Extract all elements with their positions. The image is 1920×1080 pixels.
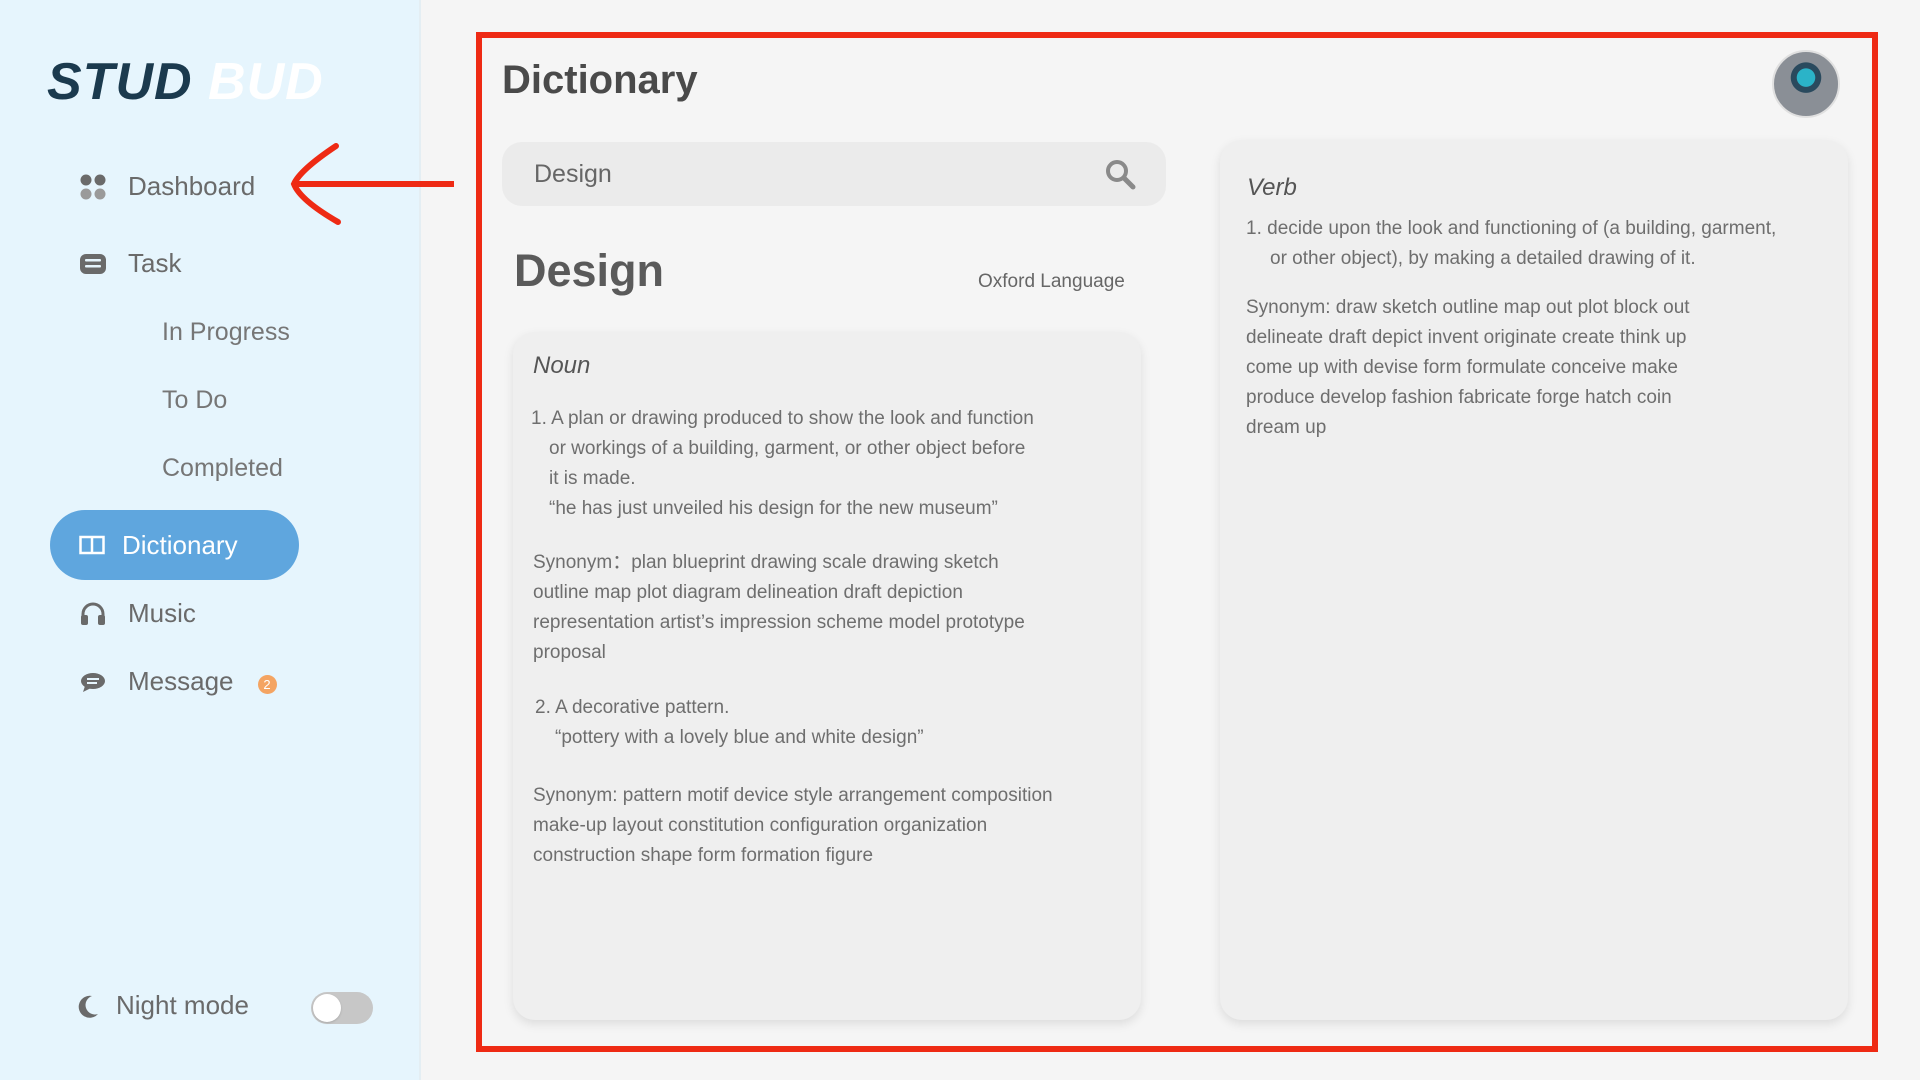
sidebar-item-message[interactable]: Message 2 — [78, 666, 277, 697]
noun-syn1-line2: outline map plot diagram delineation dra… — [533, 582, 963, 603]
noun-syn2-line1: Synonym: pattern motif device style arra… — [533, 785, 1053, 806]
night-mode-label: Night mode — [116, 990, 249, 1020]
logo-text-stud: STUD — [47, 53, 193, 111]
entry-word: Design — [514, 245, 665, 296]
search-bar — [502, 142, 1166, 206]
noun-syn2-line3: construction shape form formation figure — [533, 845, 874, 866]
message-count-badge: 2 — [257, 675, 277, 694]
noun-def1-line2: or workings of a building, garment, or o… — [549, 438, 1026, 459]
page-title: Dictionary — [502, 58, 698, 102]
book-icon — [78, 531, 106, 559]
noun-syn1-line4: proposal — [533, 642, 606, 663]
sidebar-item-label: Message — [128, 666, 234, 696]
noun-card: Noun 1. A plan or drawing produced to sh… — [513, 332, 1141, 1020]
moon-icon — [78, 994, 100, 1018]
chat-icon — [78, 667, 108, 697]
sidebar-item-label: Dictionary — [122, 529, 238, 560]
list-icon — [78, 249, 108, 279]
toggle-knob — [313, 994, 341, 1022]
sidebar-item-dashboard[interactable]: Dashboard — [78, 171, 255, 202]
logo-text-bud: BUD — [208, 53, 324, 111]
verb-def1-line1: 1. decide upon the look and functioning … — [1246, 218, 1777, 239]
sidebar-item-label: Dashboard — [128, 171, 256, 201]
noun-syn1-line3: representation artist’s impression schem… — [533, 612, 1025, 633]
night-mode-row: Night mode — [78, 990, 249, 1021]
verb-def1-line2: or other object), by making a detailed d… — [1270, 248, 1696, 269]
sidebar-item-label: Music — [128, 598, 196, 628]
grid-icon — [78, 172, 108, 202]
noun-syn2-line2: make-up layout constitution configuratio… — [533, 815, 988, 836]
verb-syn-line4: produce develop fashion fabricate forge … — [1246, 387, 1672, 408]
night-mode-toggle[interactable] — [311, 992, 373, 1024]
noun-def1-line1: 1. A plan or drawing produced to show th… — [531, 408, 1034, 429]
noun-syn1-line1: Synonym：plan blueprint drawing scale dra… — [533, 552, 999, 573]
sidebar-item-dictionary[interactable]: Dictionary — [50, 510, 299, 580]
annotation-arrow — [290, 143, 454, 225]
verb-syn-line2: delineate draft depict invent originate … — [1246, 327, 1687, 348]
verb-card: Verb 1. decide upon the look and functio… — [1220, 140, 1848, 1020]
noun-def1-example: “he has just unveiled his design for the… — [549, 498, 998, 519]
sidebar-item-in-progress[interactable]: In Progress — [162, 318, 290, 347]
app-logo[interactable]: STUD BUD — [47, 52, 324, 112]
noun-label: Noun — [533, 352, 591, 379]
sidebar-item-to-do[interactable]: To Do — [162, 386, 227, 415]
search-input[interactable] — [534, 159, 1104, 189]
verb-label: Verb — [1247, 174, 1297, 201]
verb-syn-line1: Synonym: draw sketch outline map out plo… — [1246, 297, 1690, 318]
sidebar-item-task[interactable]: Task — [78, 248, 181, 279]
verb-syn-line5: dream up — [1246, 417, 1327, 438]
dictionary-source: Oxford Language — [978, 271, 1125, 292]
noun-def1-line3: it is made. — [549, 468, 636, 489]
avatar[interactable] — [1772, 50, 1840, 118]
noun-def2-example: “pottery with a lovely blue and white de… — [555, 727, 924, 748]
verb-syn-line3: come up with devise form formulate conce… — [1246, 357, 1678, 378]
sidebar-item-label: Task — [128, 248, 182, 278]
noun-def2: 2. A decorative pattern. — [535, 697, 730, 718]
headphones-icon — [78, 599, 108, 629]
sidebar-item-music[interactable]: Music — [78, 598, 196, 629]
sidebar-item-completed[interactable]: Completed — [162, 454, 283, 483]
search-icon[interactable] — [1104, 158, 1136, 190]
